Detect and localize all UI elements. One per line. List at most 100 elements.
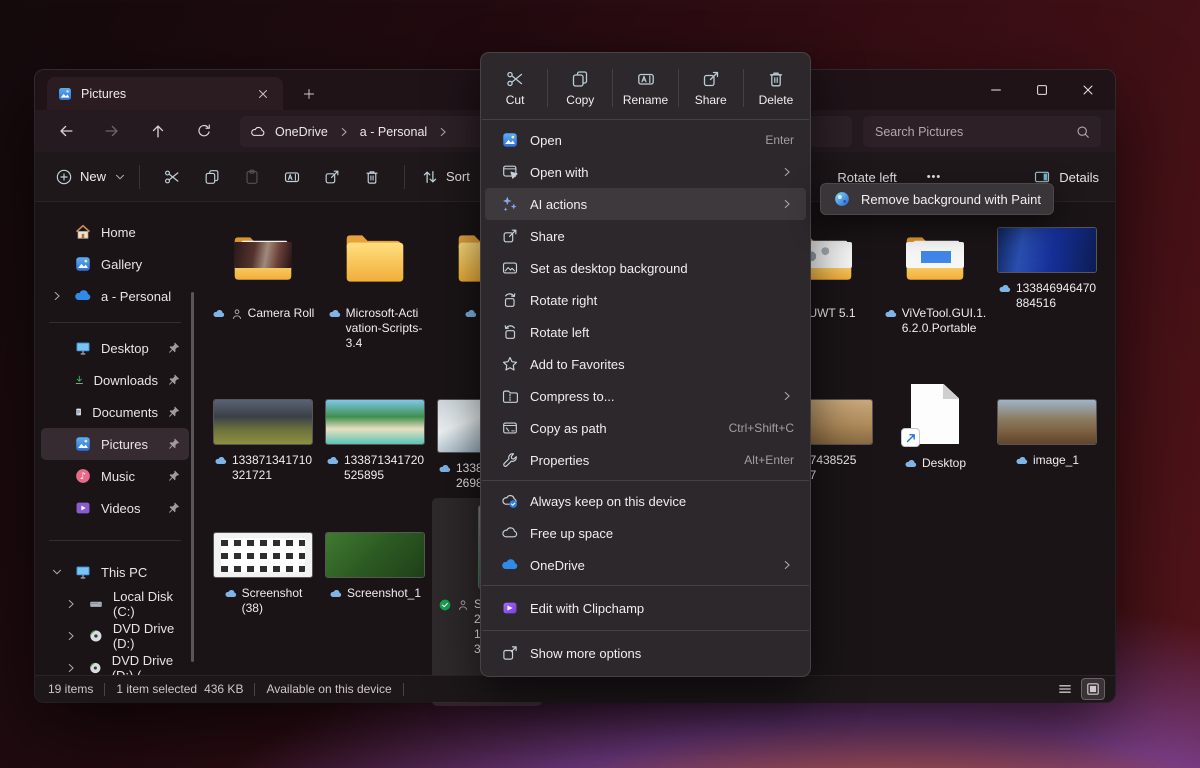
- zip-folder-icon: [500, 387, 519, 406]
- selection-count: 1 item selected: [116, 682, 197, 696]
- navigation-pane: Home Gallery a - Personal Desktop Downlo…: [35, 202, 195, 675]
- menu-item-rotate-right[interactable]: Rotate right: [485, 284, 806, 316]
- sidebar-item-dvd-drive-d2[interactable]: DVD Drive (D:) (: [41, 652, 189, 675]
- sidebar-item-desktop[interactable]: Desktop: [41, 332, 189, 364]
- menu-item-edit-with-clipchamp[interactable]: Edit with Clipchamp: [485, 590, 806, 626]
- maximize-button[interactable]: [1019, 70, 1065, 110]
- menu-item-open-with[interactable]: Open with: [485, 156, 806, 188]
- search-icon[interactable]: [1075, 124, 1091, 140]
- menu-item-compress-to[interactable]: Compress to...: [485, 380, 806, 412]
- pin-icon: [167, 373, 181, 387]
- copy-quick-action[interactable]: Copy: [548, 61, 612, 115]
- chevron-right-icon[interactable]: [63, 629, 79, 643]
- chevron-right-icon[interactable]: [49, 289, 65, 303]
- share-button[interactable]: [312, 160, 352, 194]
- sort-button[interactable]: Sort: [421, 168, 470, 186]
- this-pc-icon: [74, 563, 92, 581]
- menu-item-always-keep-on-this-device[interactable]: Always keep on this device: [485, 485, 806, 517]
- paint-app-icon: [833, 190, 851, 208]
- new-button[interactable]: New: [55, 168, 127, 186]
- breadcrumb-onedrive[interactable]: OneDrive: [275, 125, 328, 139]
- see-more-button[interactable]: •••: [927, 171, 942, 183]
- paste-button[interactable]: [232, 160, 272, 194]
- cut-button[interactable]: [152, 160, 192, 194]
- file-tile-screenshot-1[interactable]: Screenshot_1: [320, 533, 430, 601]
- sidebar-item-dvd-drive-d[interactable]: DVD Drive (D:): [41, 620, 189, 652]
- file-tile-screenshot-38[interactable]: Screenshot (38): [208, 533, 318, 616]
- sidebar-item-home[interactable]: Home: [41, 216, 189, 248]
- back-button[interactable]: [49, 116, 83, 146]
- menu-item-share[interactable]: Share: [485, 220, 806, 252]
- shortcut-arrow-icon: [902, 429, 919, 446]
- tab-close-icon[interactable]: [253, 84, 273, 104]
- sidebar-scrollbar[interactable]: [191, 292, 194, 662]
- file-tile-mas[interactable]: Microsoft-Acti vation-Scripts- 3.4: [320, 218, 430, 351]
- downloads-icon: [74, 371, 85, 389]
- chevron-down-icon[interactable]: [49, 565, 65, 579]
- cloud-status-icon: [438, 462, 452, 476]
- file-tile-image[interactable]: 133871341710 321721: [208, 400, 318, 483]
- menu-item-ai-actions[interactable]: AI actions: [485, 188, 806, 220]
- sidebar-item-pictures[interactable]: Pictures: [41, 428, 189, 460]
- new-tab-button[interactable]: [297, 82, 321, 106]
- menu-item-add-to-favorites[interactable]: Add to Favorites: [485, 348, 806, 380]
- file-tile-image[interactable]: 133871341720 525895: [320, 400, 430, 483]
- share-icon: [701, 69, 721, 89]
- up-button[interactable]: [141, 116, 175, 146]
- shortcut-file-icon: [911, 384, 959, 444]
- file-tile-desktop-shortcut[interactable]: Desktop: [880, 378, 990, 471]
- minimize-button[interactable]: [973, 70, 1019, 110]
- delete-button[interactable]: [352, 160, 392, 194]
- sidebar-item-onedrive-personal[interactable]: a - Personal: [41, 280, 189, 312]
- menu-item-open[interactable]: Open Enter: [485, 124, 806, 156]
- sidebar-item-gallery[interactable]: Gallery: [41, 248, 189, 280]
- cut-quick-action[interactable]: Cut: [483, 61, 547, 115]
- pin-icon: [167, 405, 181, 419]
- tab-pictures[interactable]: Pictures: [47, 77, 283, 110]
- sidebar-item-videos[interactable]: Videos: [41, 492, 189, 524]
- sidebar-item-this-pc[interactable]: This PC: [41, 556, 189, 588]
- copy-button[interactable]: [192, 160, 232, 194]
- menu-item-copy-as-path[interactable]: Copy as path Ctrl+Shift+C: [485, 412, 806, 444]
- chevron-right-icon[interactable]: [436, 125, 450, 139]
- chevron-right-icon[interactable]: [337, 125, 351, 139]
- sidebar-item-documents[interactable]: Documents: [41, 396, 189, 428]
- icons-view-toggle[interactable]: [1081, 678, 1105, 700]
- image-thumbnail: [998, 228, 1096, 272]
- file-tile-image[interactable]: image_1: [992, 400, 1102, 468]
- copy-icon: [570, 69, 590, 89]
- breadcrumb-a-personal[interactable]: a - Personal: [360, 125, 427, 139]
- file-tile-vivetool[interactable]: ViVeTool.GUI.1. 6.2.0.Portable: [880, 218, 990, 336]
- desktop-icon: [74, 339, 92, 357]
- rename-button[interactable]: [272, 160, 312, 194]
- menu-item-free-up-space[interactable]: Free up space: [485, 517, 806, 549]
- documents-icon: [74, 403, 83, 421]
- search-input[interactable]: [873, 124, 1075, 140]
- close-button[interactable]: [1065, 70, 1111, 110]
- submenu-chevron-icon: [780, 165, 794, 179]
- shared-person-icon: [230, 307, 244, 321]
- menu-item-rotate-left[interactable]: Rotate left: [485, 316, 806, 348]
- file-tile-camera-roll[interactable]: Camera Roll: [208, 218, 318, 321]
- menu-item-properties[interactable]: Properties Alt+Enter: [485, 444, 806, 476]
- sidebar-item-music[interactable]: Music: [41, 460, 189, 492]
- menu-item-show-more-options[interactable]: Show more options: [485, 635, 806, 671]
- folder-icon: [894, 228, 976, 294]
- sidebar-item-local-disk-c[interactable]: Local Disk (C:): [41, 588, 189, 620]
- share-quick-action[interactable]: Share: [679, 61, 743, 115]
- details-button[interactable]: Details: [1059, 170, 1099, 185]
- details-view-toggle[interactable]: [1053, 678, 1077, 700]
- menu-item-onedrive[interactable]: OneDrive: [485, 549, 806, 581]
- rename-quick-action[interactable]: Rename: [613, 61, 677, 115]
- flyout-item-remove-background[interactable]: Remove background with Paint: [861, 192, 1041, 207]
- dvd-drive-icon: [88, 659, 103, 675]
- refresh-button[interactable]: [187, 116, 221, 146]
- menu-item-set-as-desktop-background[interactable]: Set as desktop background: [485, 252, 806, 284]
- sidebar-item-downloads[interactable]: Downloads: [41, 364, 189, 396]
- file-tile-image[interactable]: 133846946470 884516: [992, 228, 1102, 311]
- folder-icon: [334, 228, 416, 294]
- delete-quick-action[interactable]: Delete: [744, 61, 808, 115]
- chevron-right-icon[interactable]: [63, 661, 79, 675]
- forward-button[interactable]: [95, 116, 129, 146]
- chevron-right-icon[interactable]: [63, 597, 79, 611]
